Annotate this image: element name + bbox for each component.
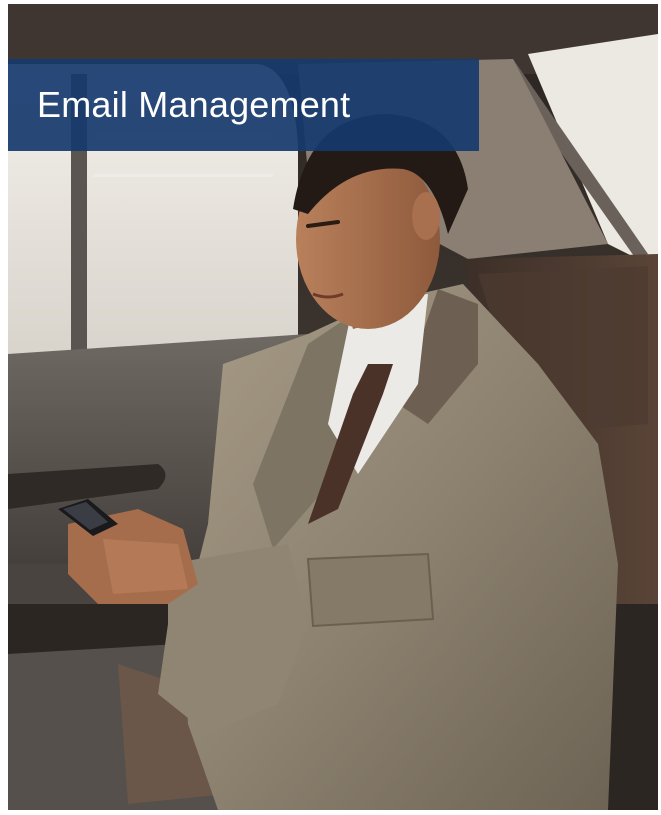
hero-photo: Email Management: [8, 4, 658, 810]
title-banner: Email Management: [8, 59, 479, 151]
banner-title: Email Management: [37, 84, 351, 125]
